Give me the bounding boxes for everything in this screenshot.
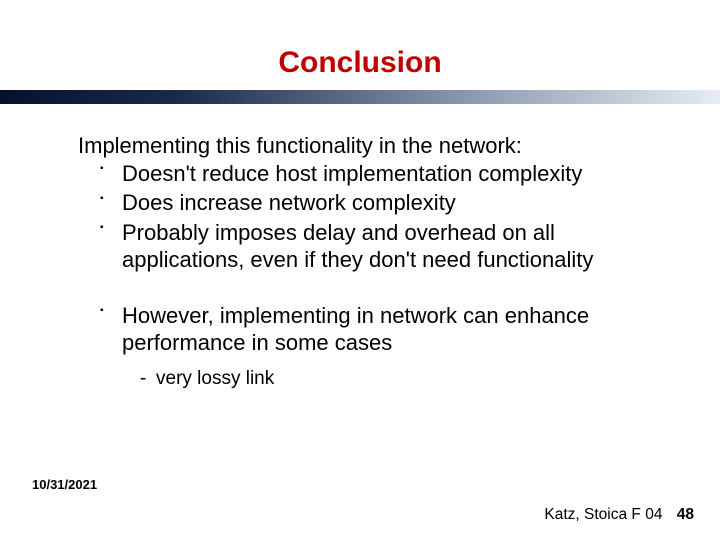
list-item: However, implementing in network can enh… <box>100 302 660 391</box>
list-item: Probably imposes delay and overhead on a… <box>100 219 660 274</box>
page-number: 48 <box>677 506 694 523</box>
footer-credit-text: Katz, Stoica F 04 <box>544 506 662 523</box>
slide: Conclusion Implementing this functionali… <box>0 0 720 540</box>
bullet-list: Doesn't reduce host implementation compl… <box>78 160 660 274</box>
footer-credit: Katz, Stoica F 04 48 <box>544 506 694 524</box>
list-item: Doesn't reduce host implementation compl… <box>100 160 660 188</box>
bullet-list-2: However, implementing in network can enh… <box>78 302 660 391</box>
list-item-text: However, implementing in network can enh… <box>122 303 589 356</box>
footer-date: 10/31/2021 <box>32 477 97 492</box>
divider-bar <box>0 90 720 104</box>
slide-title: Conclusion <box>0 0 720 90</box>
sub-list-item: very lossy link <box>140 367 660 391</box>
list-item: Does increase network complexity <box>100 189 660 217</box>
lead-text: Implementing this functionality in the n… <box>78 132 660 160</box>
sub-list: very lossy link <box>122 367 660 391</box>
slide-body: Implementing this functionality in the n… <box>0 104 720 390</box>
